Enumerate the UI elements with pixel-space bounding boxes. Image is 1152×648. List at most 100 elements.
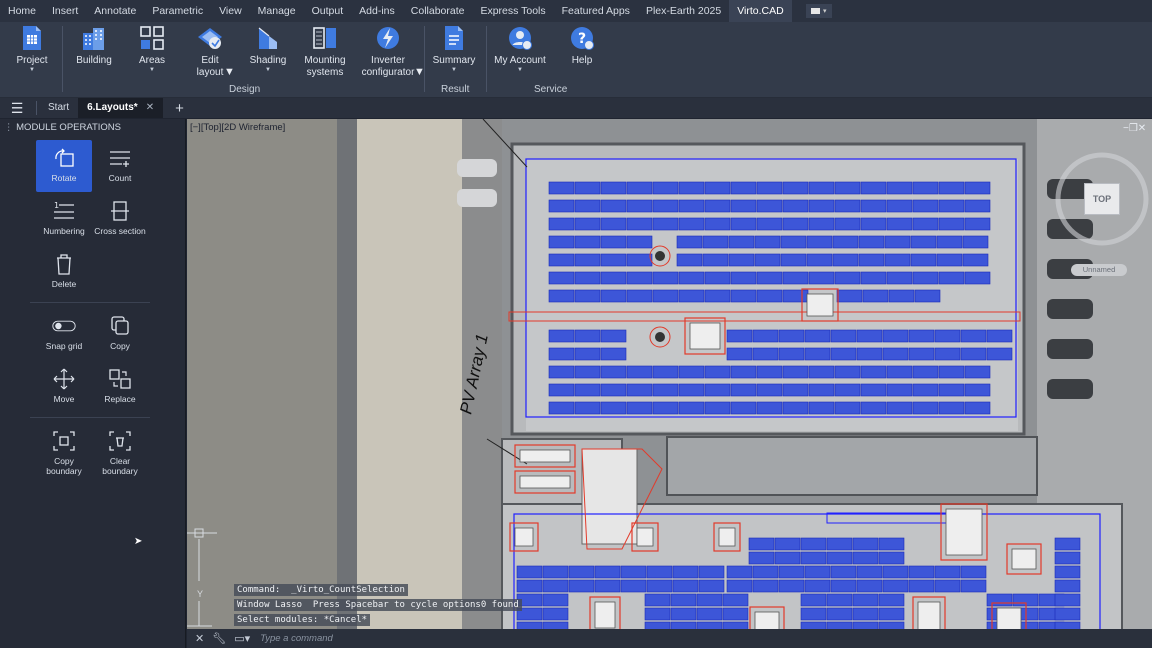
pv-module bbox=[756, 401, 783, 415]
tab-insert[interactable]: Insert bbox=[44, 0, 86, 22]
cross-section-button[interactable]: Cross section bbox=[92, 193, 148, 245]
viewport-controls-label[interactable]: [−][Top][2D Wireframe] bbox=[190, 122, 285, 133]
toggle-icon bbox=[52, 315, 76, 337]
pv-module bbox=[678, 365, 705, 379]
tab-start[interactable]: Start bbox=[39, 98, 78, 118]
pv-module bbox=[882, 579, 909, 593]
pv-module bbox=[1054, 607, 1081, 621]
replace-button[interactable]: Replace bbox=[92, 361, 148, 413]
pv-module bbox=[860, 383, 887, 397]
tab-add-ins[interactable]: Add-ins bbox=[351, 0, 403, 22]
tab-virto-cad[interactable]: Virto.CAD bbox=[729, 0, 792, 22]
new-tab-plus-icon[interactable]: + bbox=[175, 100, 184, 117]
mounting-systems-button[interactable]: Mounting systems bbox=[302, 24, 348, 79]
snap-grid-toggle[interactable]: Snap grid bbox=[36, 308, 92, 360]
pv-module bbox=[826, 537, 853, 551]
pv-module bbox=[542, 593, 569, 607]
pv-module bbox=[860, 181, 887, 195]
window-controls-icon[interactable]: −❐✕ bbox=[1123, 123, 1146, 134]
pv-module bbox=[756, 271, 783, 285]
tab-express-tools[interactable]: Express Tools bbox=[472, 0, 553, 22]
pv-module bbox=[626, 253, 653, 267]
inverter-configurator-button[interactable]: Inverter configurator bbox=[360, 24, 416, 79]
count-button[interactable]: Count bbox=[92, 140, 148, 192]
parked-car bbox=[457, 159, 497, 177]
my-account-button[interactable]: My Account ▼ bbox=[494, 24, 546, 73]
tab-view[interactable]: View bbox=[211, 0, 250, 22]
tab-featured-apps[interactable]: Featured Apps bbox=[554, 0, 638, 22]
obstacle-object bbox=[519, 449, 571, 463]
close-icon[interactable]: ✕ bbox=[195, 632, 204, 645]
summary-button[interactable]: Summary ▼ bbox=[433, 24, 475, 73]
help-button[interactable]: ? Help bbox=[564, 24, 600, 67]
pv-module bbox=[702, 235, 729, 249]
pv-module bbox=[910, 235, 937, 249]
pv-module bbox=[696, 593, 723, 607]
group-label-service: Service bbox=[534, 84, 568, 95]
tab-layouts[interactable]: 6.Layouts* ✕ bbox=[78, 98, 164, 118]
pv-module bbox=[912, 383, 939, 397]
pv-module bbox=[626, 181, 653, 195]
command-input-bar[interactable]: ✕ 🔧︎ ▭▾ Type a command bbox=[187, 629, 1152, 648]
tab-manage[interactable]: Manage bbox=[250, 0, 304, 22]
close-icon[interactable]: ✕ bbox=[146, 102, 154, 113]
copy-button[interactable]: Copy bbox=[92, 308, 148, 360]
tab-parametric[interactable]: Parametric bbox=[144, 0, 211, 22]
pv-module bbox=[774, 537, 801, 551]
pv-module bbox=[912, 217, 939, 231]
cross-section-label: Cross section bbox=[94, 226, 146, 236]
areas-icon bbox=[138, 24, 166, 52]
pv-module bbox=[652, 383, 679, 397]
command-input[interactable]: Type a command bbox=[260, 633, 333, 644]
clear-boundary-button[interactable]: Clear boundary bbox=[92, 423, 148, 476]
areas-button[interactable]: Areas ▼ bbox=[134, 24, 170, 73]
pv-module bbox=[856, 579, 883, 593]
hamburger-menu-icon[interactable]: ☰ bbox=[0, 100, 34, 117]
command-prompt-icon[interactable]: ▭▾ bbox=[234, 632, 250, 645]
workspace-toggle-icon[interactable]: ▾ bbox=[805, 4, 832, 18]
pv-module bbox=[882, 329, 909, 343]
pv-module bbox=[548, 271, 575, 285]
tab-home[interactable]: Home bbox=[0, 0, 44, 22]
delete-button[interactable]: Delete bbox=[36, 246, 92, 298]
drawing-viewport[interactable]: PV Array 1 Y [−][Top][2D Wireframe] TOP … bbox=[187, 119, 1152, 648]
copy-icon bbox=[108, 315, 132, 337]
project-icon bbox=[18, 24, 46, 52]
pv-module bbox=[986, 593, 1013, 607]
command-history-line: Select modules: *Cancel* bbox=[234, 614, 371, 626]
rotate-button[interactable]: Rotate bbox=[36, 140, 92, 192]
tab-output[interactable]: Output bbox=[304, 0, 352, 22]
ucs-name-badge[interactable]: Unnamed bbox=[1071, 264, 1127, 276]
building-label: Building bbox=[76, 55, 112, 66]
numbering-icon: 1 bbox=[52, 200, 76, 222]
pv-module bbox=[886, 383, 913, 397]
pv-module bbox=[782, 401, 809, 415]
pv-module bbox=[860, 217, 887, 231]
pv-module bbox=[756, 383, 783, 397]
wrench-icon[interactable]: 🔧︎ bbox=[212, 632, 226, 645]
pv-module bbox=[834, 271, 861, 285]
numbering-button[interactable]: 1 Numbering bbox=[36, 193, 92, 245]
shading-button[interactable]: Shading ▼ bbox=[248, 24, 288, 73]
building-button[interactable]: Building bbox=[74, 24, 114, 67]
copy-label: Copy bbox=[110, 341, 130, 351]
tab-plex-earth[interactable]: Plex-Earth 2025 bbox=[638, 0, 729, 22]
pv-module bbox=[862, 289, 889, 303]
pv-module bbox=[800, 593, 827, 607]
pv-module bbox=[698, 579, 725, 593]
replace-icon bbox=[108, 368, 132, 390]
pv-module bbox=[652, 217, 679, 231]
pv-module bbox=[878, 607, 905, 621]
pv-module bbox=[960, 329, 987, 343]
grip-icon: ⋮ bbox=[4, 122, 17, 133]
pv-module bbox=[782, 199, 809, 213]
palette-divider bbox=[30, 417, 150, 418]
viewcube[interactable]: TOP bbox=[1084, 183, 1120, 215]
tab-annotate[interactable]: Annotate bbox=[86, 0, 144, 22]
tab-collaborate[interactable]: Collaborate bbox=[403, 0, 473, 22]
project-button[interactable]: Project ▼ bbox=[14, 24, 50, 73]
pv-module bbox=[800, 551, 827, 565]
pv-module bbox=[548, 199, 575, 213]
copy-boundary-button[interactable]: Copy boundary bbox=[36, 423, 92, 476]
move-button[interactable]: Move bbox=[36, 361, 92, 413]
